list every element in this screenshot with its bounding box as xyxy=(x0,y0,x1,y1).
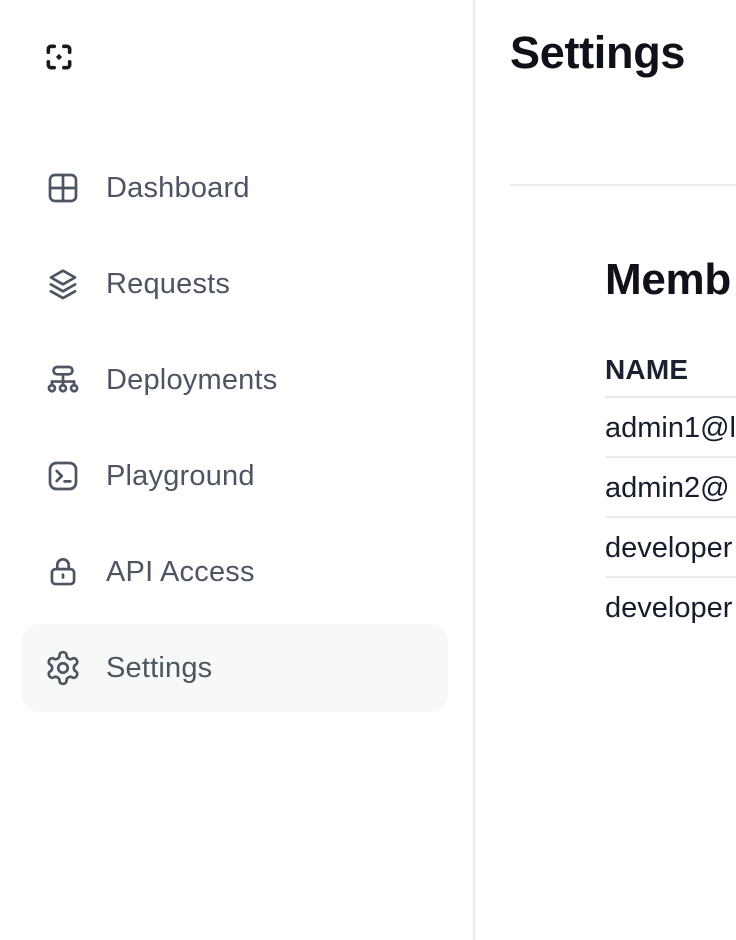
sidebar-item-label: API Access xyxy=(106,556,255,589)
table-column-header-name: NAME xyxy=(605,354,736,398)
sidebar-item-label: Requests xyxy=(106,268,230,301)
app-logo[interactable] xyxy=(43,41,75,73)
header-divider xyxy=(510,184,736,186)
members-heading: Memb xyxy=(605,258,731,302)
layers-stack-icon xyxy=(44,265,82,303)
table-row: developer xyxy=(605,518,736,578)
sidebar-item-api-access[interactable]: API Access xyxy=(22,528,448,616)
sidebar-item-label: Dashboard xyxy=(106,172,250,205)
scan-logo-icon xyxy=(43,41,75,73)
sidebar-item-label: Settings xyxy=(106,652,212,685)
page-title: Settings xyxy=(510,30,685,75)
table-row: admin1@l xyxy=(605,398,736,458)
sidebar-item-dashboard[interactable]: Dashboard xyxy=(22,144,448,232)
members-table: NAME admin1@l admin2@ developer develope… xyxy=(605,354,736,638)
main-content: Settings Memb NAME admin1@l admin2@ deve… xyxy=(477,0,736,940)
tree-structure-icon xyxy=(44,361,82,399)
terminal-icon xyxy=(44,457,82,495)
sidebar-item-deployments[interactable]: Deployments xyxy=(22,336,448,424)
dashboard-grid-icon xyxy=(44,169,82,207)
table-row: developer xyxy=(605,578,736,638)
lock-icon xyxy=(44,553,82,591)
table-row: admin2@ xyxy=(605,458,736,518)
sidebar-item-label: Deployments xyxy=(106,364,277,397)
sidebar-item-label: Playground xyxy=(106,460,255,493)
sidebar-item-playground[interactable]: Playground xyxy=(22,432,448,520)
gear-icon xyxy=(44,649,82,687)
sidebar: Dashboard Requests xyxy=(0,0,475,940)
sidebar-item-requests[interactable]: Requests xyxy=(22,240,448,328)
sidebar-nav: Dashboard Requests xyxy=(22,144,448,712)
sidebar-item-settings[interactable]: Settings xyxy=(22,624,448,712)
